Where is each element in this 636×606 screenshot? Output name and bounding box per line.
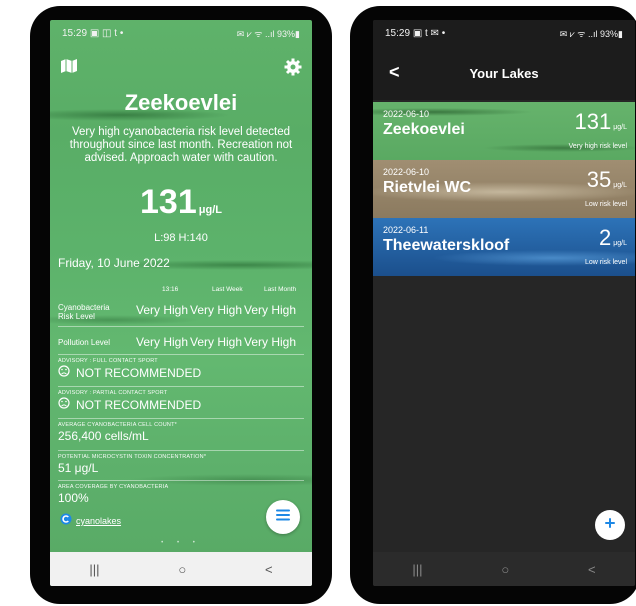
info-value: NOT RECOMMENDED — [76, 397, 202, 412]
gear-icon[interactable] — [284, 58, 302, 76]
info-value: 256,400 cells/mL — [58, 429, 149, 443]
page-indicator: • • • — [161, 540, 201, 546]
divider — [58, 326, 304, 327]
recent-apps-button[interactable]: ||| — [412, 562, 422, 577]
lake-card-unit: μg/L — [613, 240, 627, 247]
info-cell-count: AVERAGE CYANOBACTERIA CELL COUNT* 256,40… — [58, 422, 304, 443]
lake-detail-screen: 15:29 ▣ ◫ t • ✉ ⩗ ᯤ ..ıl 93%▮ Zeekoevlei… — [50, 20, 312, 586]
risk-value: Very High — [190, 335, 243, 349]
col-header-last-week: Last Week — [212, 286, 243, 293]
lake-card-risk: Low risk level — [584, 259, 627, 266]
info-value: 51 μg/L — [58, 461, 99, 475]
current-value-unit: μg/L — [198, 204, 222, 216]
status-right: ✉ ⩗ ᯤ ..ıl 93%▮ — [236, 28, 300, 39]
status-time: 15:29 — [62, 27, 88, 39]
lake-card-risk: Low risk level — [584, 201, 627, 208]
lake-card-rietvlei[interactable]: 2022-06-10 Rietvlei WC 35 μg/L Low risk l… — [373, 160, 635, 218]
status-icons: ▣ t ✉ • — [412, 27, 446, 39]
lake-card-value-number: 2 — [598, 225, 612, 250]
info-toxin: POTENTIAL MICROCYSTIN TOXIN CONCENTRATIO… — [58, 454, 304, 475]
system-nav-bar: ||| ○ < — [373, 552, 635, 586]
phone-frame-right: 15:29 ▣ t ✉ • ✉ ⩗ ᯤ ..ıl 93%▮ < Your Lak… — [350, 6, 636, 604]
lake-card-date: 2022-06-11 — [383, 225, 429, 235]
info-label: ADVISORY : FULL CONTACT SPORT — [58, 358, 158, 364]
info-value: 100% — [58, 491, 89, 505]
current-value-number: 131 — [140, 183, 197, 221]
menu-button[interactable] — [266, 500, 300, 534]
date-label: Friday, 10 June 2022 — [58, 256, 170, 270]
sad-face-icon — [58, 365, 70, 380]
risk-value: Very High — [190, 303, 243, 317]
cyanolakes-logo-icon — [60, 512, 72, 530]
divider — [58, 480, 304, 481]
recent-apps-button[interactable]: ||| — [89, 562, 99, 577]
brand-name: cyanolakes — [76, 516, 122, 526]
risk-value: Very High — [244, 335, 297, 349]
lake-card-theewaterskloof[interactable]: 2022-06-11 Theewaterskloof 2 μg/L Low ris… — [373, 218, 635, 276]
menu-icon — [275, 508, 291, 527]
divider — [58, 418, 304, 419]
risk-row-cyanobacteria: Cyanobacteria Risk Level Very High Very … — [50, 296, 312, 326]
lake-card-unit: μg/L — [613, 124, 627, 131]
info-label: AREA COVERAGE BY CYANOBACTERIA — [58, 484, 169, 490]
status-right: ✉ ⩗ ᯤ ..ıl 93%▮ — [559, 28, 623, 39]
info-full-contact: ADVISORY : FULL CONTACT SPORT NOT RECOMM… — [58, 358, 304, 380]
page-title: Your Lakes — [469, 66, 539, 81]
status-time: 15:29 — [385, 27, 411, 39]
your-lakes-screen: 15:29 ▣ t ✉ • ✉ ⩗ ᯤ ..ıl 93%▮ < Your Lak… — [373, 20, 635, 586]
lake-card-date: 2022-06-10 — [383, 167, 430, 177]
lake-card-name: Zeekoevlei — [383, 121, 465, 138]
lake-card-date: 2022-06-10 — [383, 109, 430, 119]
info-label: ADVISORY : PARTIAL CONTACT SPORT — [58, 390, 168, 396]
divider — [58, 386, 304, 387]
home-button[interactable]: ○ — [501, 562, 509, 577]
lake-title: Zeekoevlei — [124, 90, 238, 115]
app-header: < Your Lakes — [373, 46, 635, 100]
info-label: AVERAGE CYANOBACTERIA CELL COUNT* — [58, 422, 177, 428]
risk-row-label: Cyanobacteria Risk Level — [58, 303, 110, 321]
top-icons — [60, 58, 302, 76]
divider — [58, 354, 304, 355]
lake-card-risk: Very high risk level — [568, 143, 627, 150]
risk-value: Very High — [244, 303, 297, 317]
info-label: POTENTIAL MICROCYSTIN TOXIN CONCENTRATIO… — [58, 454, 207, 460]
lake-card-value: 2 μg/L — [599, 225, 627, 251]
plus-icon — [604, 516, 616, 534]
home-button[interactable]: ○ — [178, 562, 186, 577]
col-header-now: 13:16 — [162, 286, 179, 293]
add-lake-button[interactable] — [595, 510, 625, 540]
back-button[interactable]: < — [588, 562, 596, 577]
brand-logo: cyanolakes — [60, 512, 121, 530]
phone-frame-left: 15:29 ▣ ◫ t • ✉ ⩗ ᯤ ..ıl 93%▮ Zeekoevlei… — [30, 6, 332, 604]
lake-card-zeekoevlei[interactable]: 2022-06-10 Zeekoevlei 131 μg/L Very high … — [373, 102, 635, 160]
current-value: 131 μg/L — [50, 183, 312, 222]
info-partial-contact: ADVISORY : PARTIAL CONTACT SPORT NOT REC… — [58, 390, 304, 412]
divider — [58, 450, 304, 451]
info-value: NOT RECOMMENDED — [76, 365, 202, 380]
lake-card-value: 35 μg/L — [587, 167, 627, 193]
lake-card-name: Rietvlei WC — [383, 179, 472, 196]
status-bar: 15:29 ▣ ◫ t • ✉ ⩗ ᯤ ..ıl 93%▮ — [50, 20, 312, 46]
risk-row-label: Pollution Level — [58, 338, 111, 347]
col-header-last-month: Last Month — [264, 286, 297, 293]
back-button[interactable]: < — [265, 562, 273, 577]
system-nav-bar: ||| ○ < — [50, 552, 312, 586]
sad-face-icon — [58, 397, 70, 412]
lake-card-value-number: 131 — [574, 109, 612, 134]
lake-card-name: Theewaterskloof — [383, 237, 510, 254]
status-bar: 15:29 ▣ t ✉ • ✉ ⩗ ᯤ ..ıl 93%▮ — [373, 20, 635, 46]
map-icon[interactable] — [60, 58, 78, 76]
lake-card-unit: μg/L — [613, 182, 627, 189]
lake-card-value: 131 μg/L — [575, 109, 627, 135]
risk-value: Very High — [136, 335, 189, 349]
risk-value: Very High — [136, 303, 189, 317]
status-icons: ▣ ◫ t • — [89, 27, 124, 39]
low-high: L:98 H:140 — [154, 232, 208, 244]
lake-card-value-number: 35 — [586, 167, 612, 192]
info-area-coverage: AREA COVERAGE BY CYANOBACTERIA 100% — [58, 484, 304, 505]
advisory-summary: Very high cyanobacteria risk level detec… — [69, 126, 293, 164]
